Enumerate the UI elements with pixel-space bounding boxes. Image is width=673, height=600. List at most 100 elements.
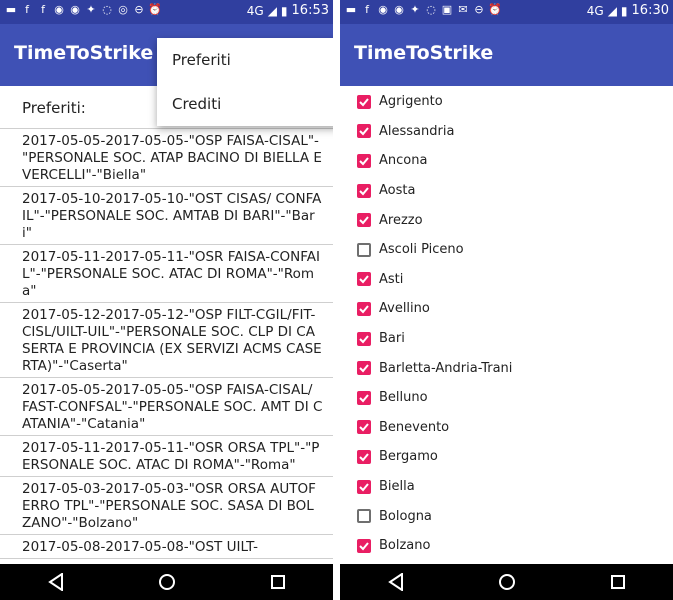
checkbox-unchecked-icon[interactable] — [357, 242, 371, 257]
facebook-icon: f — [365, 3, 369, 16]
home-icon — [498, 574, 515, 590]
city-label: Avellino — [379, 301, 430, 317]
facebook-icon: f — [25, 3, 29, 16]
checkbox-checked-icon[interactable] — [357, 272, 371, 287]
list-item[interactable]: 2017-05-08-2017-05-08-"OST UILT- — [0, 535, 333, 559]
checkbox-checked-icon[interactable] — [357, 420, 371, 435]
city-label: Benevento — [379, 419, 450, 435]
checkbox-checked-icon[interactable] — [357, 183, 371, 198]
city-checkbox-row[interactable]: Benevento — [340, 413, 673, 443]
recents-icon — [610, 575, 625, 589]
checkbox-checked-icon[interactable] — [357, 301, 371, 316]
battery-icon: ▮ — [620, 3, 628, 18]
checkbox-checked-icon[interactable] — [357, 538, 371, 553]
city-checkbox-row[interactable]: Asti — [340, 265, 673, 295]
back-icon — [387, 573, 403, 591]
city-checkbox-row[interactable]: Avellino — [340, 294, 673, 324]
city-checkbox-row[interactable]: Belluno — [340, 383, 673, 413]
home-button[interactable] — [147, 567, 187, 597]
city-checkbox-row[interactable]: Agrigento — [340, 87, 673, 117]
checkbox-unchecked-icon[interactable] — [357, 509, 371, 524]
checkbox-checked-icon[interactable] — [357, 153, 371, 168]
list-item[interactable]: 2017-05-03-2017-05-03-"OSR ORSA AUTOFERR… — [0, 477, 333, 535]
home-button[interactable] — [487, 567, 527, 597]
list-item[interactable]: 2017-05-05-2017-05-05-"OSP FAISA-CISAL/ … — [0, 378, 333, 436]
minus-circle-icon: ⊖ — [474, 3, 484, 16]
list-item[interactable]: 2017-05-05-2017-05-05-"OSP FAISA-CISAL"-… — [0, 129, 333, 187]
city-checkbox-row[interactable]: Bari — [340, 324, 673, 354]
city-checkbox-row[interactable]: Bolzano — [340, 531, 673, 561]
app-bar: TimeToStrike — [340, 24, 673, 86]
checkbox-checked-icon[interactable] — [357, 449, 371, 464]
city-label: Bolzano — [379, 538, 431, 554]
strike-list[interactable]: 2017-05-05-2017-05-05-"OSP FAISA-CISAL"-… — [0, 129, 333, 564]
home-icon — [158, 574, 175, 590]
overflow-menu: Preferiti Crediti — [157, 38, 333, 126]
app-title: TimeToStrike — [354, 42, 494, 64]
city-label: Bergamo — [379, 449, 438, 465]
menu-item-preferiti[interactable]: Preferiti — [157, 38, 333, 82]
whatsapp-icon: ◌ — [426, 3, 436, 16]
notification-icons: ▬ f f ◉ ◉ ✦ ◌ ◎ ⊖ ⏰ — [4, 3, 162, 17]
whatsapp-icon: ◌ — [102, 3, 112, 16]
battery-icon: ▮ — [280, 3, 288, 18]
checkbox-checked-icon[interactable] — [357, 479, 371, 494]
signal-icon: ◢ — [607, 3, 617, 18]
checkbox-checked-icon[interactable] — [357, 390, 371, 405]
back-button[interactable] — [36, 567, 76, 597]
menu-item-crediti[interactable]: Crediti — [157, 82, 333, 126]
back-icon — [47, 573, 63, 591]
checkbox-checked-icon[interactable] — [357, 213, 371, 228]
checkmark-icon — [359, 127, 369, 136]
city-checkbox-row[interactable]: Alessandria — [340, 117, 673, 147]
right-screen: ▬ f ◉ ◉ ✦ ◌ ▣ ✉ ⊖ ⏰ 4G ◢ ▮ 16:30 TimeToS… — [340, 0, 673, 600]
city-label: Belluno — [379, 390, 428, 406]
checkbox-checked-icon[interactable] — [357, 331, 371, 346]
minus-circle-icon: ⊖ — [134, 3, 144, 16]
city-label: Bologna — [379, 508, 432, 524]
checkbox-checked-icon[interactable] — [357, 94, 371, 109]
messenger-icon: ◉ — [70, 3, 80, 16]
city-checkbox-row[interactable]: Biella — [340, 472, 673, 502]
navigation-bar — [0, 564, 333, 600]
twitter-icon: ✦ — [410, 3, 420, 16]
recents-button[interactable] — [258, 567, 298, 597]
checkmark-icon — [359, 394, 369, 403]
city-checkbox-row[interactable]: Bergamo — [340, 442, 673, 472]
list-item[interactable]: 2017-05-12-2017-05-12-"OSP FILT-CGIL/FIT… — [0, 303, 333, 378]
city-label: Aosta — [379, 183, 416, 199]
city-checkbox-row[interactable]: Arezzo — [340, 205, 673, 235]
checkmark-icon — [359, 305, 369, 314]
checkmark-icon — [359, 542, 369, 551]
city-checkbox-row[interactable]: Bologna — [340, 501, 673, 531]
city-checkbox-row[interactable]: Ascoli Piceno — [340, 235, 673, 265]
twitter-icon: ✦ — [86, 3, 96, 16]
city-checkbox-row[interactable]: Aosta — [340, 176, 673, 206]
favorites-label: Preferiti: — [22, 99, 86, 117]
facebook-icon: f — [41, 3, 45, 16]
city-label: Bari — [379, 331, 405, 347]
app-title: TimeToStrike — [14, 42, 154, 64]
list-item[interactable]: 2017-05-10-2017-05-10-"OST CISAS/ CONFAI… — [0, 187, 333, 245]
city-label: Agrigento — [379, 94, 443, 110]
list-item[interactable]: 2017-05-11-2017-05-11-"OSR ORSA TPL"-"PE… — [0, 436, 333, 477]
status-bar: ▬ f f ◉ ◉ ✦ ◌ ◎ ⊖ ⏰ 4G ◢ ▮ 16:53 — [0, 0, 333, 24]
image-icon: ▣ — [441, 3, 453, 16]
city-checkbox-row[interactable]: Ancona — [340, 146, 673, 176]
checkmark-icon — [359, 364, 369, 373]
messenger-icon: ◉ — [378, 3, 388, 16]
message-icon: ▬ — [5, 3, 17, 16]
list-item[interactable]: 2017-05-11-2017-05-11-"OSR FAISA-CONFAIL… — [0, 245, 333, 303]
city-label: Alessandria — [379, 123, 455, 139]
checkmark-icon — [359, 275, 369, 284]
checkbox-checked-icon[interactable] — [357, 361, 371, 376]
messenger-icon: ◉ — [394, 3, 404, 16]
checkmark-icon — [359, 216, 369, 225]
checkbox-checked-icon[interactable] — [357, 124, 371, 139]
city-label: Biella — [379, 479, 415, 495]
mail-icon: ✉ — [458, 3, 468, 16]
recents-button[interactable] — [598, 567, 638, 597]
back-button[interactable] — [376, 567, 416, 597]
city-checkbox-row[interactable]: Barletta-Andria-Trani — [340, 353, 673, 383]
city-checklist[interactable]: Agrigento Alessandria Ancona Aosta Arezzo Asc… — [340, 87, 673, 564]
